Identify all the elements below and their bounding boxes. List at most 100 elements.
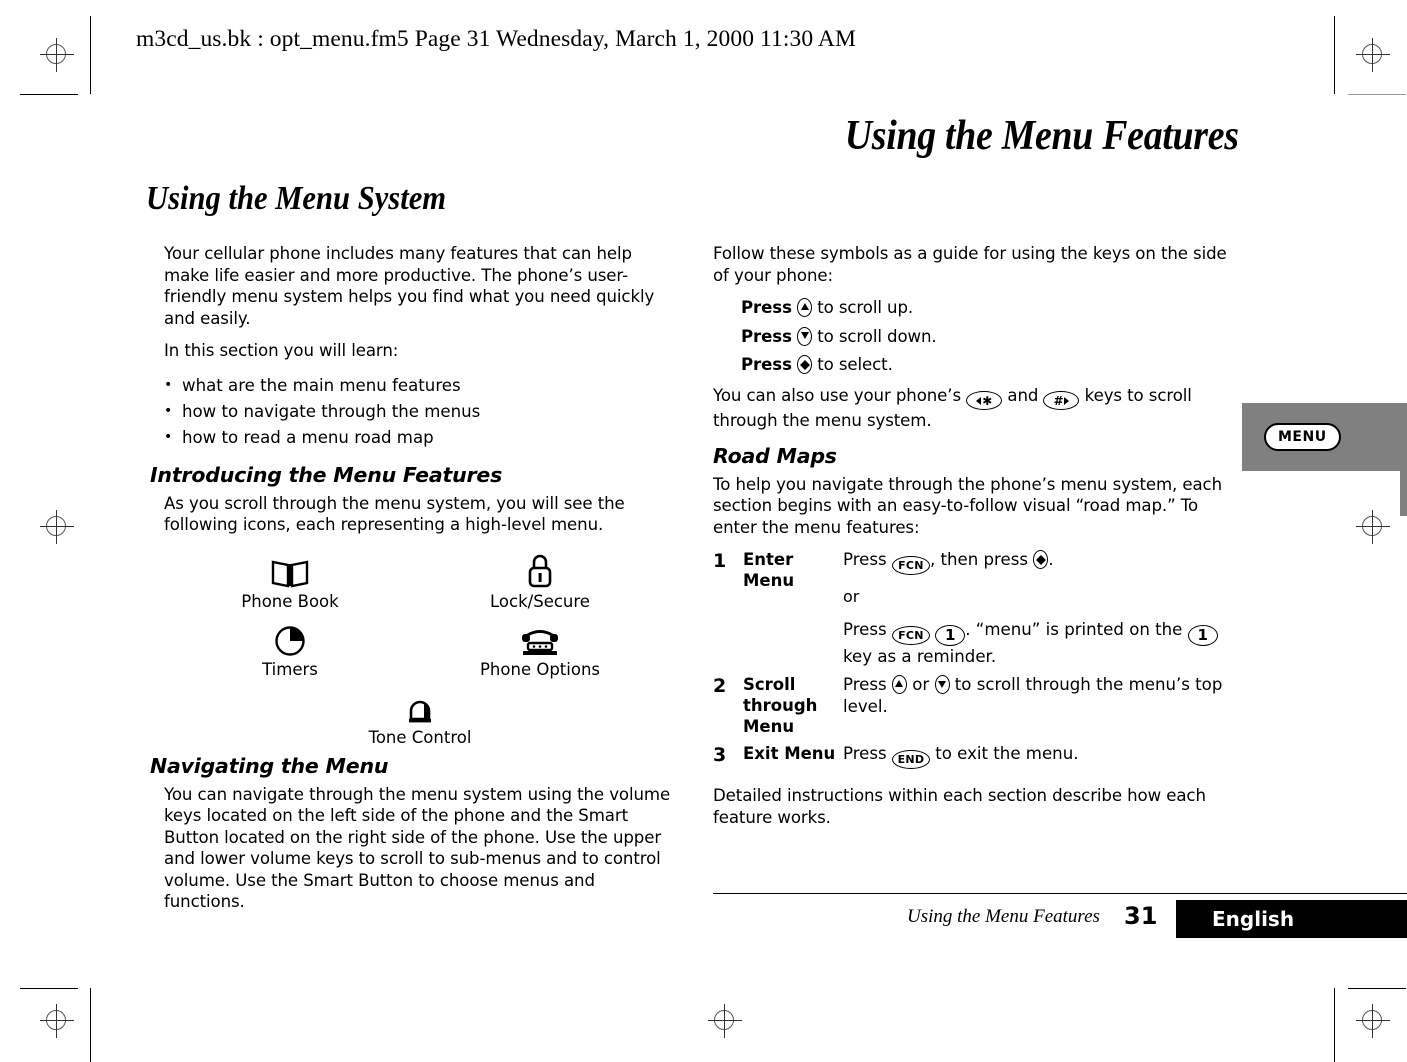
symbols-lead-paragraph: Follow these symbols as a guide for usin… bbox=[713, 244, 1227, 285]
press-scroll-up-line: Press to scroll up. bbox=[713, 297, 1243, 319]
select-key-icon bbox=[1033, 550, 1049, 569]
section-title: Using the Menu System bbox=[146, 180, 447, 217]
menu-icon-label: Phone Options bbox=[479, 659, 601, 679]
menu-icon-label: Tone Control bbox=[368, 727, 472, 747]
menu-icon-label: Lock/Secure bbox=[490, 591, 590, 611]
introducing-menu-features-heading: Introducing the Menu Features bbox=[150, 462, 503, 487]
press-line-text: to scroll down. bbox=[817, 326, 937, 346]
step-instruction-line: Press FCN 1. “menu” is printed on the 1 … bbox=[843, 619, 1243, 668]
press-line-text: to scroll up. bbox=[817, 298, 914, 317]
step-number: 3 bbox=[713, 744, 727, 766]
trim-line-bottom-left-horizontal bbox=[20, 988, 78, 989]
press-select-line: Press to select. bbox=[713, 354, 1243, 376]
document-header-info: m3cd_us.bk : opt_menu.fm5 Page 31 Wednes… bbox=[136, 26, 856, 52]
step-text: , then press bbox=[929, 550, 1029, 569]
step-text: Press bbox=[843, 550, 887, 569]
digit-1-key-icon: 1 bbox=[935, 625, 966, 646]
menu-icon-row: Tone Control bbox=[150, 686, 680, 748]
step-instructions: Press END to exit the menu. bbox=[843, 743, 1243, 769]
menu-icon-tone-control: Tone Control bbox=[345, 686, 495, 748]
list-item: how to navigate through the menus bbox=[164, 398, 680, 425]
step-instructions: Press or to scroll through the menu’s to… bbox=[843, 674, 1243, 737]
road-maps-paragraph: To help you navigate through the phone’s… bbox=[713, 474, 1223, 537]
end-key-icon: END bbox=[891, 750, 930, 769]
menu-icon-label: Timers bbox=[262, 659, 318, 679]
step-instructions: Press FCN, then press . or Press FCN 1. … bbox=[843, 549, 1243, 668]
trim-line-top-left-horizontal bbox=[20, 94, 78, 95]
registration-mark-top-left bbox=[40, 38, 74, 72]
menu-icon-row: Phone Book Lock/Secure bbox=[150, 550, 680, 612]
fcn-key-icon: FCN bbox=[891, 626, 930, 645]
step-text: or bbox=[912, 675, 930, 694]
also-use-keys-paragraph: You can also use your phone’s ✱ and # ke… bbox=[713, 385, 1243, 432]
digit-1-key-icon: 1 bbox=[1187, 625, 1218, 646]
scroll-down-key-icon bbox=[797, 326, 813, 346]
learn-lead: In this section you will learn: bbox=[164, 341, 399, 360]
menu-icon-row: Timers Phone Options bbox=[150, 618, 680, 680]
press-line-text: to select. bbox=[817, 355, 893, 374]
footer-divider bbox=[713, 893, 1407, 894]
step-text: to exit the menu. bbox=[935, 744, 1079, 763]
scroll-up-key-icon bbox=[797, 298, 813, 317]
side-tab-menu[interactable]: MENU bbox=[1242, 403, 1407, 471]
step-title: Scroll through Menu bbox=[743, 675, 818, 736]
left-column: Your cellular phone includes many featur… bbox=[150, 243, 680, 924]
step-text: Press bbox=[843, 620, 887, 639]
menu-icon-lock-secure: Lock/Secure bbox=[465, 550, 615, 612]
pound-key-icon: # bbox=[1043, 391, 1080, 410]
step-text: . bbox=[1048, 550, 1054, 569]
press-label: Press bbox=[741, 355, 792, 374]
star-key-icon: ✱ bbox=[966, 391, 1003, 410]
step-row: 3 Exit Menu Press END to exit the menu. bbox=[713, 743, 1243, 769]
step-instruction-line: Press FCN, then press . bbox=[843, 549, 1243, 575]
registration-mark-left bbox=[40, 510, 74, 544]
menu-icon-phone-book: Phone Book bbox=[215, 550, 365, 612]
step-instruction-line: Press or to scroll through the menu’s to… bbox=[843, 674, 1243, 718]
registration-mark-top-right bbox=[1356, 38, 1390, 72]
learn-bullet-list: what are the main menu features how to n… bbox=[150, 372, 680, 451]
footer-language-bar: English bbox=[1176, 900, 1407, 938]
trim-line-top-right-horizontal bbox=[1348, 94, 1406, 95]
also-use-middle: and bbox=[1007, 385, 1039, 405]
scroll-up-key-icon bbox=[891, 675, 907, 694]
press-label: Press bbox=[741, 298, 792, 317]
step-row: 1 Enter Menu Press FCN, then press . or … bbox=[713, 549, 1243, 668]
scroll-down-key-icon bbox=[934, 675, 950, 694]
page-number: 31 bbox=[1124, 902, 1158, 930]
registration-mark-bottom-right bbox=[1356, 1004, 1390, 1038]
step-alternative-label: or bbox=[843, 587, 860, 606]
trim-line-bottom-right-horizontal bbox=[1348, 988, 1406, 989]
road-maps-heading: Road Maps bbox=[713, 443, 837, 468]
list-item: how to read a menu road map bbox=[164, 424, 680, 451]
closing-paragraph: Detailed instructions within each sectio… bbox=[713, 786, 1206, 827]
menu-icon-timers: Timers bbox=[215, 618, 365, 680]
also-use-prefix: You can also use your phone’s bbox=[713, 385, 961, 405]
menu-icon-grid: Phone Book Lock/Secure Timers Phone Opti… bbox=[150, 550, 680, 748]
list-item: what are the main menu features bbox=[164, 372, 680, 399]
fcn-key-icon: FCN bbox=[891, 556, 930, 575]
step-row: 2 Scroll through Menu Press or to scroll… bbox=[713, 674, 1243, 737]
introducing-paragraph: As you scroll through the menu system, y… bbox=[164, 493, 625, 535]
trim-line-top-right-vertical bbox=[1334, 16, 1335, 94]
right-column: Follow these symbols as a guide for usin… bbox=[713, 243, 1243, 839]
select-key-icon bbox=[797, 355, 813, 374]
step-text: key as a reminder. bbox=[843, 647, 997, 666]
side-tab-label: MENU bbox=[1264, 423, 1341, 451]
registration-mark-bottom-center bbox=[708, 1004, 742, 1038]
manual-page: m3cd_us.bk : opt_menu.fm5 Page 31 Wednes… bbox=[0, 0, 1407, 1062]
step-title: Exit Menu bbox=[743, 744, 836, 763]
bell-icon bbox=[345, 686, 495, 726]
intro-paragraph: Your cellular phone includes many featur… bbox=[164, 244, 655, 328]
padlock-icon bbox=[465, 550, 615, 590]
step-instruction-line: Press END to exit the menu. bbox=[843, 743, 1243, 769]
navigating-menu-heading: Navigating the Menu bbox=[150, 753, 389, 778]
step-text: Press bbox=[843, 744, 887, 763]
menu-icon-label: Phone Book bbox=[241, 591, 339, 611]
road-map-steps: 1 Enter Menu Press FCN, then press . or … bbox=[713, 549, 1243, 769]
step-number: 2 bbox=[713, 675, 727, 697]
navigating-paragraph: You can navigate through the menu system… bbox=[164, 784, 671, 912]
registration-mark-bottom-left bbox=[40, 1004, 74, 1038]
press-label: Press bbox=[741, 326, 792, 346]
step-title: Enter Menu bbox=[743, 550, 795, 590]
step-number: 1 bbox=[713, 550, 727, 572]
